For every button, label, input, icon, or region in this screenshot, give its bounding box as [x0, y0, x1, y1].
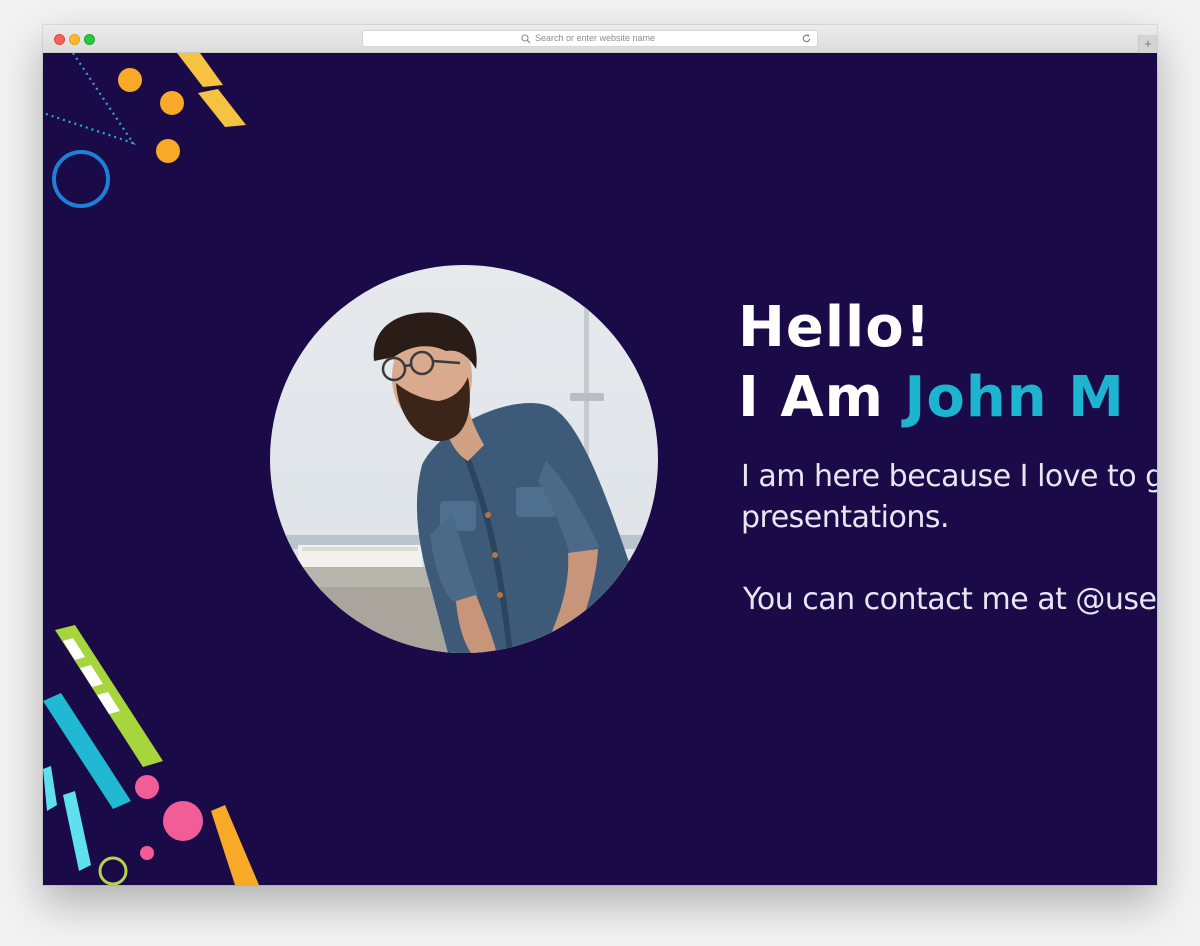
olive-ring — [98, 856, 128, 885]
teal-slash — [63, 791, 91, 871]
pink-dot — [163, 801, 203, 841]
address-bar[interactable]: Search or enter website name — [362, 30, 818, 47]
close-window-button[interactable] — [54, 34, 65, 45]
pink-dot — [140, 846, 154, 860]
intro-prefix: I Am — [738, 365, 905, 430]
browser-titlebar: Search or enter website name + — [43, 25, 1157, 53]
browser-window: Search or enter website name + Hello! I … — [43, 25, 1157, 885]
yellow-slash — [177, 53, 223, 87]
intro-line: I Am John M — [738, 363, 1125, 433]
teal-slash — [43, 766, 57, 811]
profile-photo-illustration — [270, 265, 658, 653]
yellow-slash — [198, 89, 246, 127]
presenter-name: John M — [904, 365, 1125, 430]
blue-ring — [52, 150, 110, 208]
new-tab-button[interactable]: + — [1138, 35, 1157, 53]
search-icon — [521, 34, 531, 44]
orange-dot — [118, 68, 142, 92]
maximize-window-button[interactable] — [84, 34, 95, 45]
profile-photo — [270, 265, 658, 653]
orange-dot — [160, 91, 184, 115]
address-placeholder: Search or enter website name — [535, 33, 656, 43]
headline: Hello! I Am John M — [738, 293, 1125, 433]
greeting: Hello! — [738, 295, 932, 360]
pink-dot — [135, 775, 159, 799]
orange-dot — [156, 139, 180, 163]
bio-line: presentations. — [741, 500, 950, 535]
orange-slash — [211, 805, 259, 885]
dotted-triangle-shape — [43, 53, 136, 146]
bio-text: I am here because I love to g presentati… — [741, 456, 1157, 538]
bio-line: I am here because I love to g — [741, 459, 1157, 494]
minimize-window-button[interactable] — [69, 34, 80, 45]
slide-page: Hello! I Am John M I am here because I l… — [43, 53, 1157, 885]
reload-icon[interactable] — [801, 33, 812, 44]
contact-text: You can contact me at @use — [743, 582, 1157, 617]
